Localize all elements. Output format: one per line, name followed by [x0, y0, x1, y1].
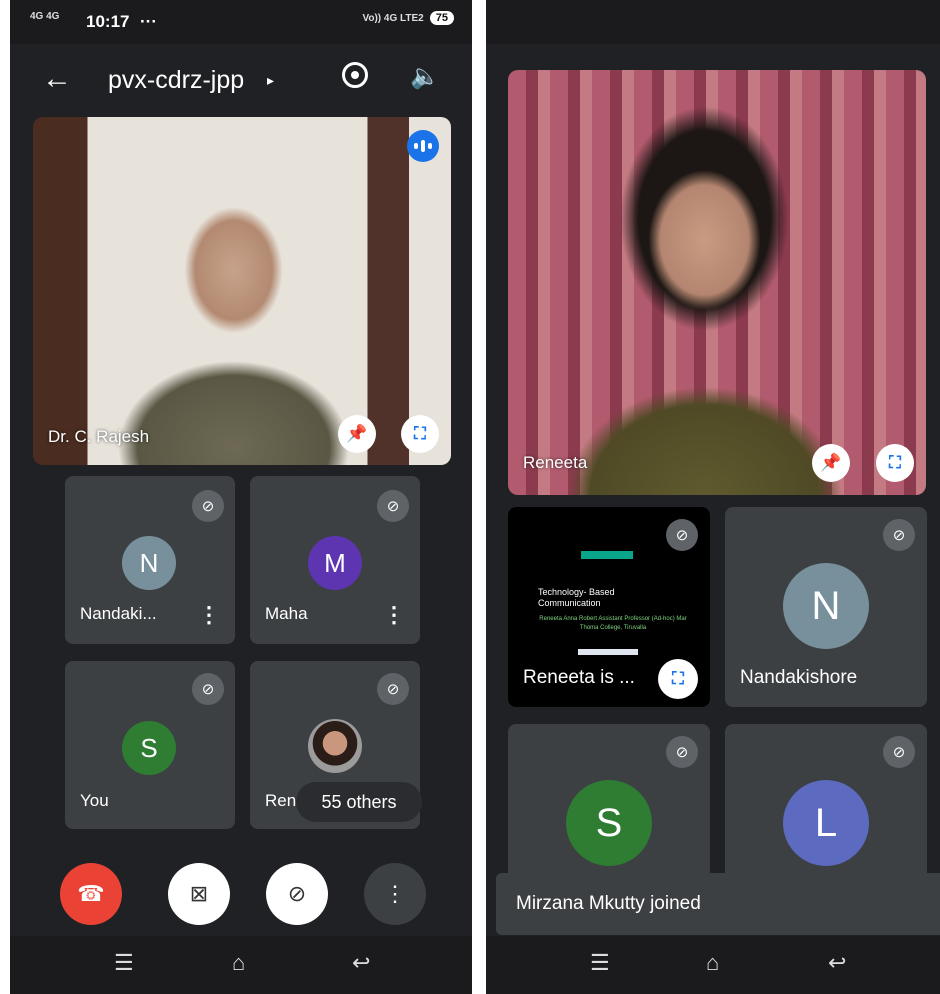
signal-indicator: 4G 4G — [30, 11, 60, 22]
presentation-tile[interactable]: Technology- Based Communication Reneeta … — [508, 507, 710, 707]
participant-name: Nandaki... — [80, 604, 157, 623]
back-icon[interactable]: ↩ — [828, 950, 846, 976]
notification-dots: ··· — [140, 12, 157, 31]
more-options-icon[interactable]: ⋮ — [383, 602, 405, 628]
avatar: S — [122, 721, 176, 775]
home-icon[interactable]: ⌂ — [706, 950, 719, 976]
others-chip[interactable]: 55 others — [296, 782, 422, 822]
participant-name: You — [80, 791, 109, 810]
slide-title: Technology- Based Communication — [538, 587, 615, 608]
right-phone-screen: Reneeta 📌 ⛶ Technology- Based Communicat… — [486, 0, 940, 994]
pin-button[interactable]: 📌 — [812, 444, 850, 482]
fullscreen-button[interactable]: ⛶ — [658, 659, 698, 699]
switch-camera-icon[interactable] — [342, 62, 368, 88]
avatar: N — [783, 563, 869, 649]
mic-off-icon: ⊘ — [377, 490, 409, 522]
featured-video[interactable]: Dr. C. Rajesh 📌 ⛶ — [33, 117, 451, 465]
clock: 10:17 — [86, 12, 130, 31]
android-nav-bar: ☰ ⌂ ↩ — [486, 936, 940, 994]
participant-tile[interactable]: ⊘ M Maha ⋮ — [250, 476, 420, 644]
mic-off-icon: ⊘ — [192, 673, 224, 705]
mic-off-icon: ⊘ — [377, 673, 409, 705]
fullscreen-button[interactable]: ⛶ — [876, 444, 914, 482]
slide-strip — [578, 649, 638, 655]
android-nav-bar: ☰ ⌂ ↩ — [10, 936, 472, 994]
fullscreen-icon: ⛶ — [889, 453, 901, 472]
end-call-button[interactable]: ☎ — [60, 863, 122, 925]
more-options-icon[interactable]: ⋮ — [198, 602, 220, 628]
fullscreen-icon: ⛶ — [414, 424, 426, 443]
mic-off-icon: ⊘ — [883, 519, 915, 551]
mic-off-icon: ⊘ — [883, 736, 915, 768]
participant-tile[interactable]: ⊘ S — [508, 724, 710, 884]
mic-off-icon: ⊘ — [287, 881, 307, 906]
meeting-code[interactable]: pvx-cdrz-jpp — [108, 66, 244, 95]
home-icon[interactable]: ⌂ — [232, 950, 245, 976]
left-phone-screen: 4G 4G 10:17 ··· Vo)) 4G LTE2 75 ← pvx-cd… — [10, 0, 472, 994]
participant-tile[interactable]: ⊘ L — [725, 724, 927, 884]
mic-toggle-button[interactable]: ⊘ — [266, 863, 328, 925]
speaker-icon[interactable]: 🔈 — [410, 62, 440, 91]
battery-icon: 75 — [429, 11, 454, 25]
fullscreen-icon: ⛶ — [672, 669, 684, 688]
featured-video[interactable]: Reneeta 📌 ⛶ — [508, 70, 926, 495]
speaking-indicator-icon — [407, 130, 439, 162]
status-bar: 4G 4G 10:17 ··· Vo)) 4G LTE2 75 — [10, 0, 472, 44]
featured-participant-name: Dr. C. Rajesh — [48, 427, 150, 446]
avatar-photo — [308, 719, 362, 773]
presenter-label: Reneeta is ... — [523, 667, 635, 688]
back-icon[interactable]: ↩ — [352, 950, 370, 976]
menu-icon[interactable]: ☰ — [590, 950, 610, 976]
participant-tile[interactable]: ⊘ S You — [65, 661, 235, 829]
participant-tile[interactable]: ⊘ N Nandaki... ⋮ — [65, 476, 235, 644]
fullscreen-button[interactable]: ⛶ — [401, 415, 439, 453]
pin-button[interactable]: 📌 — [338, 415, 376, 453]
back-arrow-icon[interactable]: ← — [42, 62, 72, 96]
participant-name: Nandakishore — [740, 667, 858, 688]
join-notification-toast: Mirzana Mkutty joined — [496, 873, 940, 935]
mic-off-icon: ⊘ — [666, 519, 698, 551]
more-options-button[interactable]: ⋮ — [364, 863, 426, 925]
caret-right-icon[interactable]: ▸ — [267, 72, 274, 89]
featured-participant-name: Reneeta — [523, 453, 588, 472]
avatar: N — [122, 536, 176, 590]
pin-icon: 📌 — [820, 453, 842, 472]
hang-up-icon: ☎ — [77, 881, 105, 906]
slide-header-bar — [581, 551, 633, 559]
camera-toggle-button[interactable]: ⊠ — [168, 863, 230, 925]
status-bar — [486, 0, 940, 44]
slide-subtitle: Reneeta Anna Robert Assistant Professor … — [539, 616, 687, 631]
participant-name: Maha — [265, 604, 308, 623]
network-indicator: Vo)) 4G LTE2 — [362, 12, 424, 24]
menu-icon[interactable]: ☰ — [114, 950, 134, 976]
mic-off-icon: ⊘ — [666, 736, 698, 768]
more-vertical-icon: ⋮ — [384, 881, 406, 906]
avatar: L — [783, 780, 869, 866]
pin-icon: 📌 — [346, 424, 368, 443]
avatar: S — [566, 780, 652, 866]
avatar: M — [308, 536, 362, 590]
mic-off-icon: ⊘ — [192, 490, 224, 522]
camera-off-icon: ⊠ — [189, 881, 209, 906]
participant-tile[interactable]: ⊘ N Nandakishore — [725, 507, 927, 707]
meeting-top-bar: ← pvx-cdrz-jpp ▸ 🔈 — [10, 50, 472, 110]
